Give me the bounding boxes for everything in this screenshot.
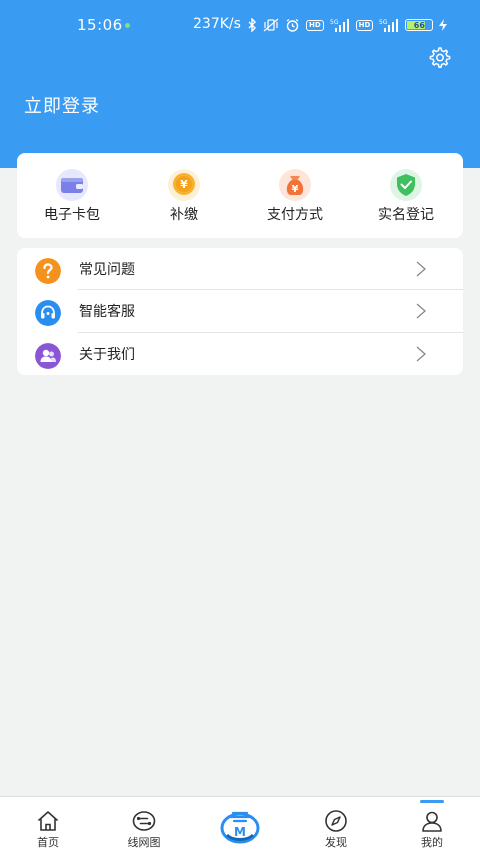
svg-text:5G: 5G <box>379 19 388 26</box>
hd-badge: HD <box>355 19 374 31</box>
battery-indicator: 66 <box>405 19 434 31</box>
gear-icon[interactable] <box>427 46 451 70</box>
quick-item-label: 实名登记 <box>378 207 434 223</box>
tab-label: 我的 <box>421 836 443 849</box>
menu-item-about[interactable]: 关于我们 <box>17 333 463 375</box>
alarm-icon <box>286 18 299 32</box>
menu-item-label: 智能客服 <box>79 304 135 320</box>
users-icon <box>35 343 61 369</box>
svg-text:¥: ¥ <box>180 178 188 191</box>
tab-mine[interactable]: 我的 <box>384 797 480 853</box>
shield-check-icon <box>390 169 422 201</box>
chevron-right-icon <box>416 261 426 277</box>
yen-coin-icon: ¥ <box>168 169 200 201</box>
headset-icon <box>35 300 61 326</box>
svg-text:M: M <box>234 825 246 839</box>
tab-home[interactable]: 首页 <box>0 797 96 853</box>
tab-label: 首页 <box>37 836 59 849</box>
bottom-tab-bar: 首页 线网图 M 发现 我的 <box>0 796 480 853</box>
route-map-icon <box>132 811 156 831</box>
network-speed: 237K/s <box>193 16 241 32</box>
active-tab-indicator <box>420 800 444 803</box>
signal-5g-icon: 5G <box>379 19 399 32</box>
signal-5g-icon: 5G <box>330 19 349 32</box>
chevron-right-icon <box>416 303 426 319</box>
metro-logo-icon: M <box>220 811 260 844</box>
menu-item-faq[interactable]: 常见问题 <box>17 248 463 290</box>
question-icon <box>35 258 61 284</box>
bluetooth-icon <box>248 18 256 32</box>
menu-item-support[interactable]: 智能客服 <box>17 290 463 332</box>
chevron-right-icon <box>416 346 426 362</box>
tab-discover[interactable]: 发现 <box>288 797 384 853</box>
login-link[interactable]: 立即登录 <box>24 92 100 118</box>
menu-item-label: 关于我们 <box>79 347 135 363</box>
money-bag-icon: ¥ <box>279 169 311 201</box>
quick-item-label: 补缴 <box>170 207 198 223</box>
vibrate-off-icon <box>263 18 279 32</box>
status-icons: HD 5G HD 5G 66 <box>247 16 448 34</box>
tab-metro-logo[interactable]: M <box>192 797 288 853</box>
quick-item-label: 电子卡包 <box>44 207 100 223</box>
quick-item-repay[interactable]: ¥ 补缴 <box>129 153 239 238</box>
quick-item-realname[interactable]: 实名登记 <box>351 153 461 238</box>
quick-actions-card: 电子卡包 ¥ 补缴 ¥ 支付方式 实名登记 <box>17 153 463 238</box>
tab-route-map[interactable]: 线网图 <box>96 797 192 853</box>
battery-level: 66 <box>413 20 425 30</box>
charging-icon <box>439 19 448 31</box>
menu-card: 常见问题 智能客服 关于我们 <box>17 248 463 375</box>
hd-badge: HD <box>306 19 324 31</box>
user-icon <box>422 811 442 832</box>
status-bar: 15:06 237K/s HD 5G HD 5G 66 <box>0 0 480 50</box>
notification-dot <box>125 23 130 28</box>
svg-text:¥: ¥ <box>292 184 299 195</box>
wallet-icon <box>56 169 88 201</box>
compass-icon <box>325 810 347 832</box>
tab-label: 发现 <box>325 836 347 849</box>
quick-item-payment[interactable]: ¥ 支付方式 <box>240 153 350 238</box>
tab-label: 线网图 <box>127 836 161 849</box>
status-time: 15:06 <box>77 16 123 34</box>
home-icon <box>37 811 59 831</box>
quick-item-wallet[interactable]: 电子卡包 <box>17 153 127 238</box>
svg-text:5G: 5G <box>330 19 339 26</box>
quick-item-label: 支付方式 <box>267 207 323 223</box>
profile-header: 15:06 237K/s HD 5G HD 5G 66 立即登录 <box>0 0 480 168</box>
menu-item-label: 常见问题 <box>79 262 135 278</box>
